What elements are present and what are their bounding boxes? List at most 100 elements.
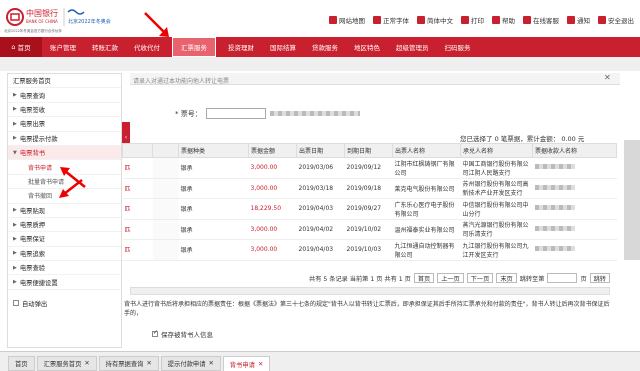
nav-loans[interactable]: 贷款服务 — [304, 37, 346, 57]
tab-held-query[interactable]: 持有票据查询 ✕ — [98, 356, 159, 371]
col-amount: 票据金额 — [248, 143, 297, 158]
language-link[interactable]: 简体中文 — [417, 15, 453, 25]
bills-table: 票据种类 票据金额 出票日期 到期日期 出票人名称 承兑人名称 票据收款人名称 … — [122, 143, 617, 261]
expand-arrow-icon: ▶ — [13, 135, 17, 142]
nav-draft-service[interactable]: 汇票服务 — [172, 37, 216, 57]
nav-qr-service[interactable]: 扫码服务 — [437, 37, 479, 57]
sidebar-item-endorse[interactable]: ▼ 电票背书 — [8, 145, 121, 161]
row-select[interactable]: 匹 — [122, 198, 153, 220]
first-page-button[interactable]: 首页 — [413, 273, 435, 283]
horizontal-scrollbar[interactable] — [130, 287, 610, 295]
notice-link[interactable]: 通知 — [567, 15, 590, 25]
expand-arrow-icon: ▶ — [13, 106, 17, 113]
home-icon: ⌂ — [11, 43, 16, 51]
masked-bill-number — [269, 111, 360, 116]
sitemap-link[interactable]: 网站地图 — [329, 15, 365, 25]
row-select[interactable]: 匹 — [122, 219, 153, 240]
nav-collect-pay[interactable]: 代收代付 — [126, 37, 168, 57]
sidebar-item-pledge[interactable]: ▶ 电票质押 — [8, 218, 121, 233]
table-row[interactable]: 匹 银承 18,229.50 2019/04/03 2019/09/27 广东乐心医… — [122, 198, 617, 220]
table-row[interactable]: 匹 银承 3,000.00 2019/03/06 2019/09/12 江阴市红枫铸… — [122, 157, 617, 179]
sidebar-item-settings[interactable]: ▶ 电票便捷设置 — [8, 275, 121, 290]
expand-arrow-icon: ▶ — [13, 279, 17, 286]
col-select — [122, 143, 153, 158]
last-page-button[interactable]: 末页 — [496, 273, 517, 283]
masked-payee — [534, 246, 575, 252]
svg-text:北京2022年冬奥会: 北京2022年冬奥会 — [68, 18, 111, 25]
expand-arrow-icon: ▶ — [13, 120, 17, 127]
nav-account[interactable]: 账户管理 — [42, 37, 84, 57]
tab-home[interactable]: 首页 — [8, 356, 35, 371]
svg-text:中国银行: 中国银行 — [26, 8, 58, 18]
selection-stats: 您已选择了 0 笔票据，累计金额： 0.00 元 — [460, 135, 585, 143]
row-select[interactable]: 匹 — [122, 178, 153, 199]
nav-intl-settlement[interactable]: 国际结算 — [262, 37, 304, 57]
bank-logo: 中国银行 BANK OF CHINA 北京2022年冬奥会 北京2022年冬奥会… — [4, 6, 134, 34]
expand-arrow-icon: ▶ — [13, 92, 17, 99]
masked-payee — [534, 225, 575, 231]
table-row[interactable]: 匹 银承 3,000.00 2019/04/02 2019/10/02 温州福泰实业… — [122, 219, 617, 240]
sidebar-item-discount[interactable]: ▶ 电票贴现 — [8, 204, 121, 218]
logo-graphic: 中国银行 BANK OF CHINA 北京2022年冬奥会 北京2022年冬奥会… — [4, 8, 111, 33]
col-blank — [152, 143, 179, 158]
col-type: 票据种类 — [178, 143, 249, 158]
auto-popup-checkbox[interactable] — [13, 300, 19, 307]
sidebar-item-guarantee[interactable]: ▶ 电票保证 — [8, 232, 121, 247]
save-endorsee-checkbox[interactable]: ✓ — [152, 329, 158, 337]
annotation-arrow-icon — [144, 12, 169, 37]
logout-link[interactable]: 安全退出 — [598, 15, 634, 25]
sidebar-item-query[interactable]: ▶ 电票查询 — [8, 88, 121, 103]
endorse-info-text: 背书人进行背书后将承担相应的票据责任：根据《票据法》第三十七条的规定"背书人以背… — [124, 301, 610, 317]
save-endorsee-option[interactable]: ✓ 保存被背书人信息 — [152, 329, 213, 339]
table-row[interactable]: 匹 银承 3,000.00 2019/03/18 2019/09/18 莱克电气股份… — [122, 178, 617, 199]
tab-payment-apply[interactable]: 提示付款申请 ✕ — [160, 356, 221, 371]
sidebar-item-payment[interactable]: ▶ 电票提示付款 — [8, 132, 121, 146]
prev-page-button[interactable]: 上一页 — [437, 273, 464, 283]
nav-transfer[interactable]: 转账汇款 — [84, 37, 126, 57]
masked-payee — [534, 184, 575, 190]
close-icon[interactable]: ✕ — [604, 73, 611, 82]
col-issue-date: 出票日期 — [296, 143, 345, 158]
bill-number-input[interactable] — [205, 108, 266, 119]
expand-arrow-icon: ▶ — [13, 264, 17, 271]
chat-icon — [523, 16, 531, 24]
auto-popup-toggle[interactable]: 自动弹出 — [8, 296, 121, 310]
printer-icon — [461, 16, 469, 24]
language-icon — [417, 16, 425, 24]
close-icon[interactable]: ✕ — [209, 360, 214, 367]
col-drawer: 出票人名称 — [392, 143, 461, 158]
nav-investment[interactable]: 投资理财 — [220, 37, 262, 57]
close-icon[interactable]: ✕ — [146, 360, 151, 367]
sidebar-item-sign[interactable]: ▶ 电票签收 — [8, 103, 121, 118]
online-service-link[interactable]: 在线客服 — [523, 15, 559, 25]
tab-draft-home[interactable]: 汇票服务首页 ✕ — [36, 356, 97, 371]
next-page-button[interactable]: 下一页 — [466, 273, 494, 283]
close-icon[interactable]: ✕ — [258, 361, 263, 368]
help-link[interactable]: 帮助 — [492, 15, 515, 25]
nav-super-admin[interactable]: 超级管理员 — [388, 37, 437, 57]
bill-number-row: * 票号： — [175, 108, 360, 119]
row-select[interactable]: 匹 — [122, 239, 153, 261]
nav-regional[interactable]: 地区特色 — [346, 37, 388, 57]
help-icon — [492, 16, 500, 24]
print-link[interactable]: 打印 — [461, 15, 484, 25]
close-icon[interactable]: ✕ — [84, 360, 89, 367]
tab-bar: 首页 汇票服务首页 ✕ 持有票据查询 ✕ 提示付款申请 ✕ 背书申请 ✕ — [0, 351, 640, 371]
go-button[interactable]: 跳转 — [589, 273, 610, 283]
sidebar-item-issue[interactable]: ▶ 电票出票 — [8, 117, 121, 132]
expand-arrow-icon: ▶ — [13, 250, 17, 257]
sidebar-item-draft-home[interactable]: 汇票服务首页 — [8, 74, 121, 89]
tab-endorse-apply[interactable]: 背书申请 ✕ — [222, 356, 271, 371]
main-nav: ⌂ 首页 账户管理 转账汇款 代收代付 汇票服务 投资理财 国际结算 贷款服务 地… — [0, 37, 640, 57]
sidebar-item-verify[interactable]: ▶ 电票查验 — [8, 261, 121, 276]
table-row[interactable]: 匹 银承 3,000.00 2019/04/03 2019/10/03 九江恒通自动… — [122, 239, 617, 261]
col-payee: 票据收款人名称 — [532, 143, 617, 158]
sitemap-icon — [329, 16, 337, 24]
sidebar-item-recourse[interactable]: ▶ 电票追索 — [8, 247, 121, 262]
lock-icon — [598, 16, 606, 24]
normal-font-link[interactable]: 正常字体 — [373, 15, 409, 25]
pagination: 共有 5 条记录 当前第 1 页 共有 1 页 首页 上一页 下一页 末页 跳转… — [130, 271, 610, 285]
row-select[interactable]: 匹 — [122, 157, 153, 179]
nav-home[interactable]: ⌂ 首页 — [0, 37, 42, 57]
page-number-input[interactable] — [547, 273, 578, 283]
